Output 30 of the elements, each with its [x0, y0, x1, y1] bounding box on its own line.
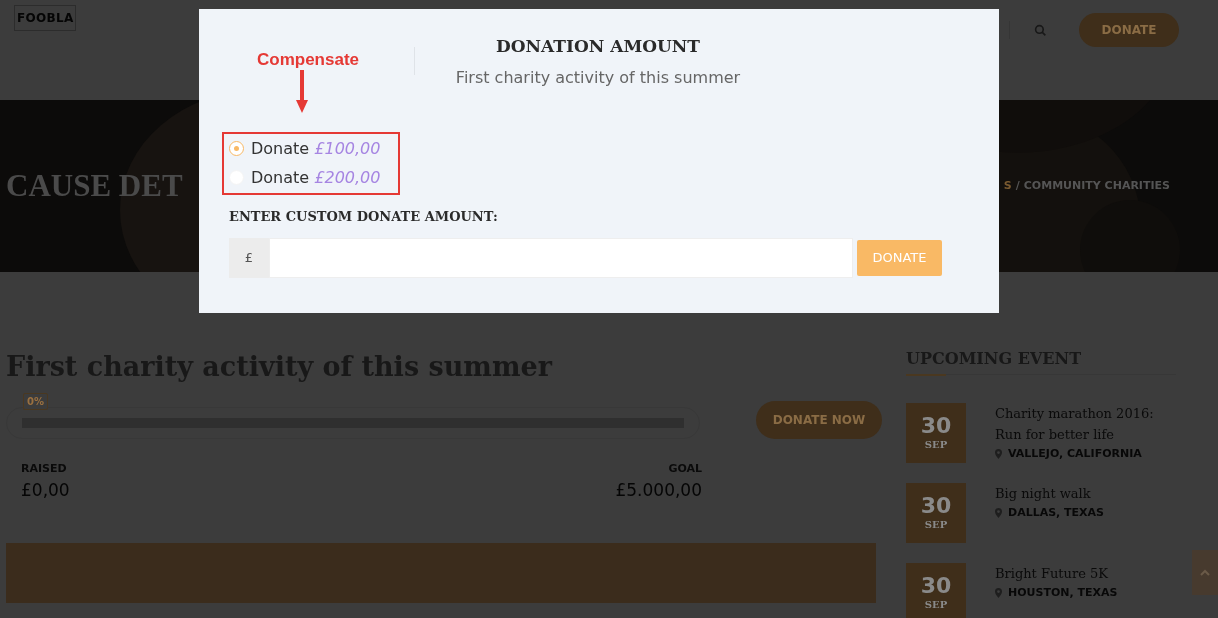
currency-prefix: £: [229, 238, 269, 278]
percent-badge: 0%: [23, 393, 48, 410]
custom-amount-label: ENTER CUSTOM DONATE AMOUNT:: [229, 207, 499, 226]
date-month: SEP: [924, 517, 948, 532]
annotation-arrow: [296, 70, 308, 114]
radio-label[interactable]: Donate £100,00: [251, 136, 381, 161]
radio-label[interactable]: Donate £200,00: [251, 165, 381, 190]
location-pin-icon: [995, 449, 1002, 460]
chevron-up-icon: [1200, 569, 1210, 576]
location-pin-icon: [995, 588, 1002, 599]
donate-now-button[interactable]: DONATE NOW: [756, 401, 882, 439]
donate-button[interactable]: DONATE: [857, 240, 942, 276]
page-title: CAUSE DET: [6, 166, 183, 205]
dialog-title: DONATION AMOUNT: [495, 35, 701, 58]
logo[interactable]: FOOBLA: [14, 5, 77, 31]
date-month: SEP: [924, 597, 948, 612]
breadcrumb-separator: /: [1015, 177, 1020, 194]
radio-button[interactable]: [229, 141, 244, 156]
annotation-label: Compensate: [257, 49, 360, 71]
goal-amount: £5.000,00: [615, 478, 702, 502]
dialog-subtitle: First charity activity of this summer: [455, 66, 741, 89]
donate-button[interactable]: DONATE: [1079, 13, 1179, 47]
date-day: 30: [920, 574, 952, 597]
breadcrumb-link[interactable]: S: [1003, 177, 1012, 195]
date-month: SEP: [924, 437, 948, 452]
back-to-top-button[interactable]: [1192, 550, 1218, 595]
search-icon[interactable]: [1034, 23, 1047, 37]
location-pin-icon: [995, 508, 1002, 519]
date-day: 30: [920, 414, 952, 437]
date-day: 30: [920, 494, 952, 517]
